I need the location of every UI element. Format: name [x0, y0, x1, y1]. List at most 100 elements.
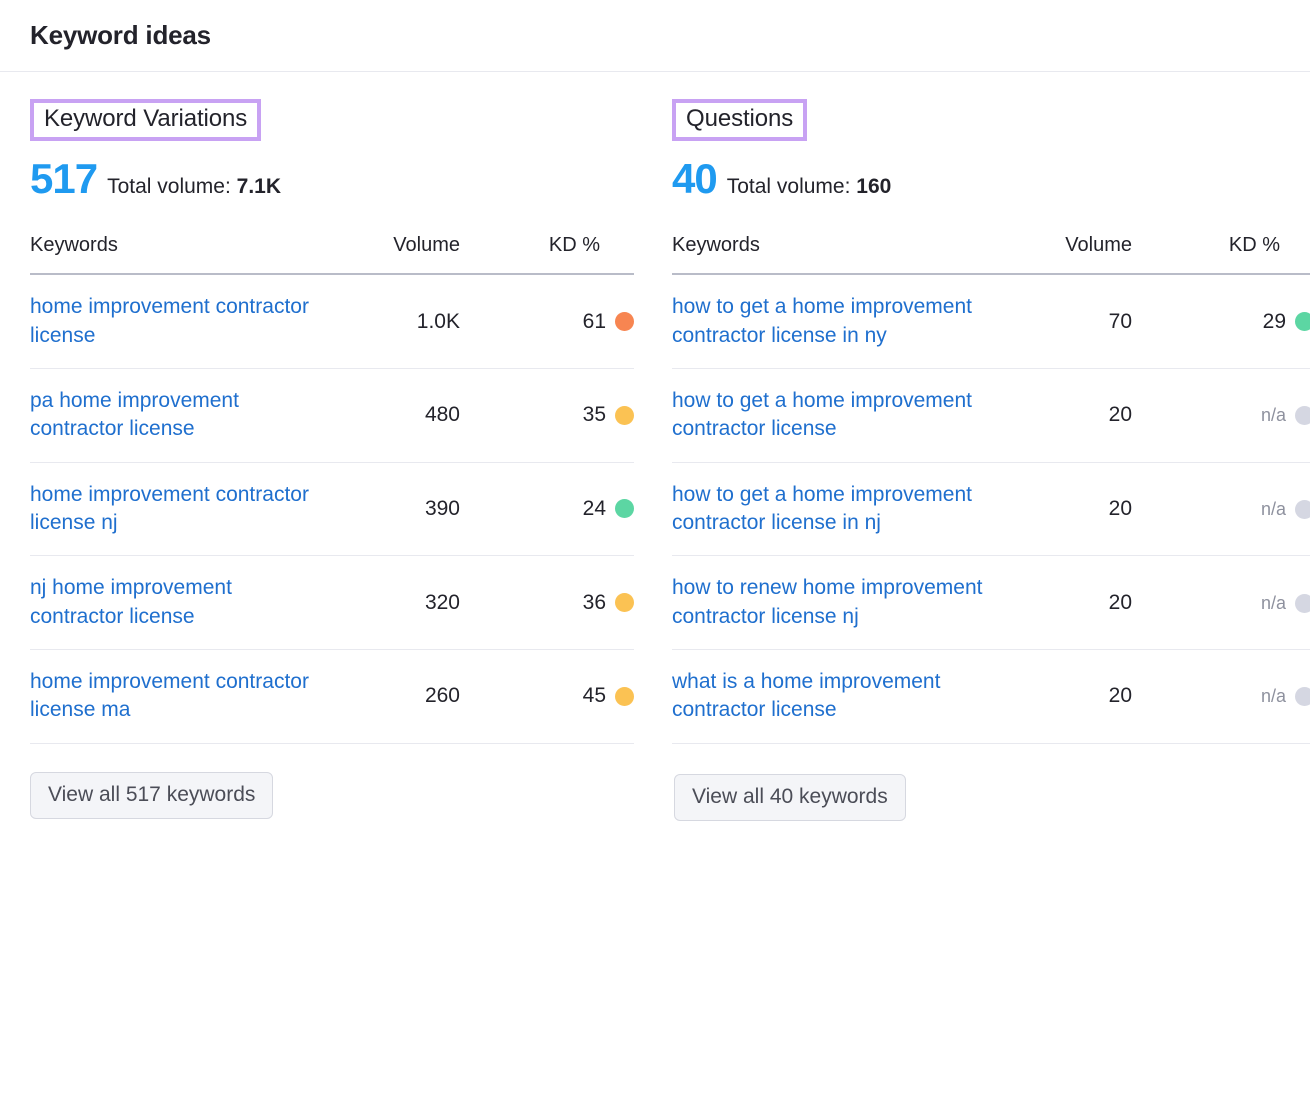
- kd-difficulty-dot-icon: [1295, 687, 1310, 706]
- kd-cell: n/a: [1132, 556, 1310, 650]
- kd-wrap: n/a: [1261, 499, 1310, 520]
- keyword-link[interactable]: how to get a home improvement contractor…: [672, 293, 992, 350]
- volume-cell: 20: [992, 556, 1132, 650]
- kd-value: 24: [583, 497, 606, 521]
- volume-cell: 20: [992, 368, 1132, 462]
- keyword-link[interactable]: home improvement contractor license ma: [30, 668, 330, 725]
- volume-cell: 480: [330, 368, 460, 462]
- volume-cell: 320: [330, 556, 460, 650]
- keyword-cell: home improvement contractor license ma: [30, 649, 330, 743]
- keyword-cell: pa home improvement contractor license: [30, 368, 330, 462]
- stat-line-keyword-variations: 517 Total volume: 7.1K: [30, 158, 600, 200]
- total-volume: Total volume: 160: [727, 175, 892, 199]
- kd-wrap: 35: [583, 403, 634, 427]
- keyword-ideas-columns: Keyword Variations 517 Total volume: 7.1…: [0, 72, 1310, 821]
- keyword-count: 517: [30, 158, 97, 200]
- table-header-row: Keywords Volume KD %: [30, 234, 634, 274]
- column-header-kd[interactable]: KD %: [460, 234, 634, 274]
- kd-cell: 61: [460, 274, 634, 368]
- volume-cell: 20: [992, 462, 1132, 556]
- questions-table: Keywords Volume KD % how to get a home i…: [672, 234, 1310, 743]
- kd-wrap: 36: [583, 591, 634, 615]
- keyword-link[interactable]: how to get a home improvement contractor…: [672, 481, 992, 538]
- column-header-volume[interactable]: Volume: [330, 234, 460, 274]
- kd-value: 61: [583, 310, 606, 334]
- keyword-link[interactable]: what is a home improvement contractor li…: [672, 668, 992, 725]
- section-title-wrap-keyword-variations: Keyword Variations: [30, 99, 261, 141]
- volume-cell: 390: [330, 462, 460, 556]
- view-all-keywords-button[interactable]: View all 40 keywords: [674, 774, 906, 821]
- kd-cell: 45: [460, 649, 634, 743]
- keyword-cell: how to get a home improvement contractor…: [672, 368, 992, 462]
- keyword-link[interactable]: nj home improvement contractor license: [30, 574, 330, 631]
- table-row: home improvement contractor license ma 2…: [30, 649, 634, 743]
- kd-value: 35: [583, 403, 606, 427]
- kd-cell: 35: [460, 368, 634, 462]
- kd-difficulty-dot-icon: [1295, 406, 1310, 425]
- keyword-link[interactable]: pa home improvement contractor license: [30, 387, 330, 444]
- column-header-volume[interactable]: Volume: [992, 234, 1132, 274]
- kd-value: n/a: [1261, 686, 1286, 707]
- column-header-keywords[interactable]: Keywords: [30, 234, 330, 274]
- page-title: Keyword ideas: [30, 20, 211, 51]
- view-all-keywords-button[interactable]: View all 517 keywords: [30, 772, 273, 819]
- keyword-link[interactable]: home improvement contractor license: [30, 293, 330, 350]
- kd-value: 45: [583, 684, 606, 708]
- keyword-cell: home improvement contractor license nj: [30, 462, 330, 556]
- column-header-keywords[interactable]: Keywords: [672, 234, 992, 274]
- kd-cell: 36: [460, 556, 634, 650]
- kd-wrap: 24: [583, 497, 634, 521]
- kd-value: n/a: [1261, 593, 1286, 614]
- keyword-cell: how to get a home improvement contractor…: [672, 462, 992, 556]
- table-body: how to get a home improvement contractor…: [672, 274, 1310, 743]
- column-header-kd[interactable]: KD %: [1132, 234, 1310, 274]
- table-header-row: Keywords Volume KD %: [672, 234, 1310, 274]
- keyword-link[interactable]: how to get a home improvement contractor…: [672, 387, 992, 444]
- keyword-cell: home improvement contractor license: [30, 274, 330, 368]
- kd-wrap: n/a: [1261, 593, 1310, 614]
- table-row: home improvement contractor license 1.0K…: [30, 274, 634, 368]
- table-row: how to get a home improvement contractor…: [672, 368, 1310, 462]
- keyword-count: 40: [672, 158, 717, 200]
- keyword-cell: what is a home improvement contractor li…: [672, 649, 992, 743]
- panel-keyword-variations: Keyword Variations 517 Total volume: 7.1…: [0, 72, 630, 819]
- kd-difficulty-dot-icon: [1295, 594, 1310, 613]
- kd-cell: n/a: [1132, 462, 1310, 556]
- total-volume-value: 7.1K: [237, 175, 281, 198]
- table-head: Keywords Volume KD %: [672, 234, 1310, 274]
- kd-wrap: 29: [1263, 310, 1310, 334]
- volume-cell: 260: [330, 649, 460, 743]
- table-head: Keywords Volume KD %: [30, 234, 634, 274]
- keyword-variations-table: Keywords Volume KD % home improvement co…: [30, 234, 634, 743]
- total-volume-value: 160: [856, 175, 891, 198]
- kd-wrap: n/a: [1261, 405, 1310, 426]
- kd-difficulty-dot-icon: [1295, 500, 1310, 519]
- kd-cell: n/a: [1132, 649, 1310, 743]
- volume-cell: 70: [992, 274, 1132, 368]
- total-volume-label: Total volume:: [107, 175, 231, 198]
- kd-value: n/a: [1261, 405, 1286, 426]
- view-all-wrap-questions: View all 40 keywords: [672, 774, 1280, 821]
- kd-wrap: 61: [583, 310, 634, 334]
- section-title-questions[interactable]: Questions: [672, 99, 807, 141]
- keyword-link[interactable]: home improvement contractor license nj: [30, 481, 330, 538]
- section-title-keyword-variations[interactable]: Keyword Variations: [30, 99, 261, 141]
- page-header: Keyword ideas: [0, 0, 1310, 72]
- kd-cell: n/a: [1132, 368, 1310, 462]
- kd-value: 29: [1263, 310, 1286, 334]
- panel-questions: Questions 40 Total volume: 160 Keywords …: [630, 72, 1310, 821]
- keyword-cell: how to renew home improvement contractor…: [672, 556, 992, 650]
- section-title-wrap-questions: Questions: [672, 99, 807, 141]
- total-volume-label: Total volume:: [727, 175, 851, 198]
- total-volume: Total volume: 7.1K: [107, 175, 281, 199]
- table-body: home improvement contractor license 1.0K…: [30, 274, 634, 743]
- view-all-wrap-keyword-variations: View all 517 keywords: [30, 772, 600, 819]
- kd-value: n/a: [1261, 499, 1286, 520]
- table-row: how to get a home improvement contractor…: [672, 274, 1310, 368]
- table-row: how to get a home improvement contractor…: [672, 462, 1310, 556]
- kd-wrap: n/a: [1261, 686, 1310, 707]
- volume-cell: 1.0K: [330, 274, 460, 368]
- keyword-cell: nj home improvement contractor license: [30, 556, 330, 650]
- keyword-link[interactable]: how to renew home improvement contractor…: [672, 574, 992, 631]
- kd-difficulty-dot-icon: [1295, 312, 1310, 331]
